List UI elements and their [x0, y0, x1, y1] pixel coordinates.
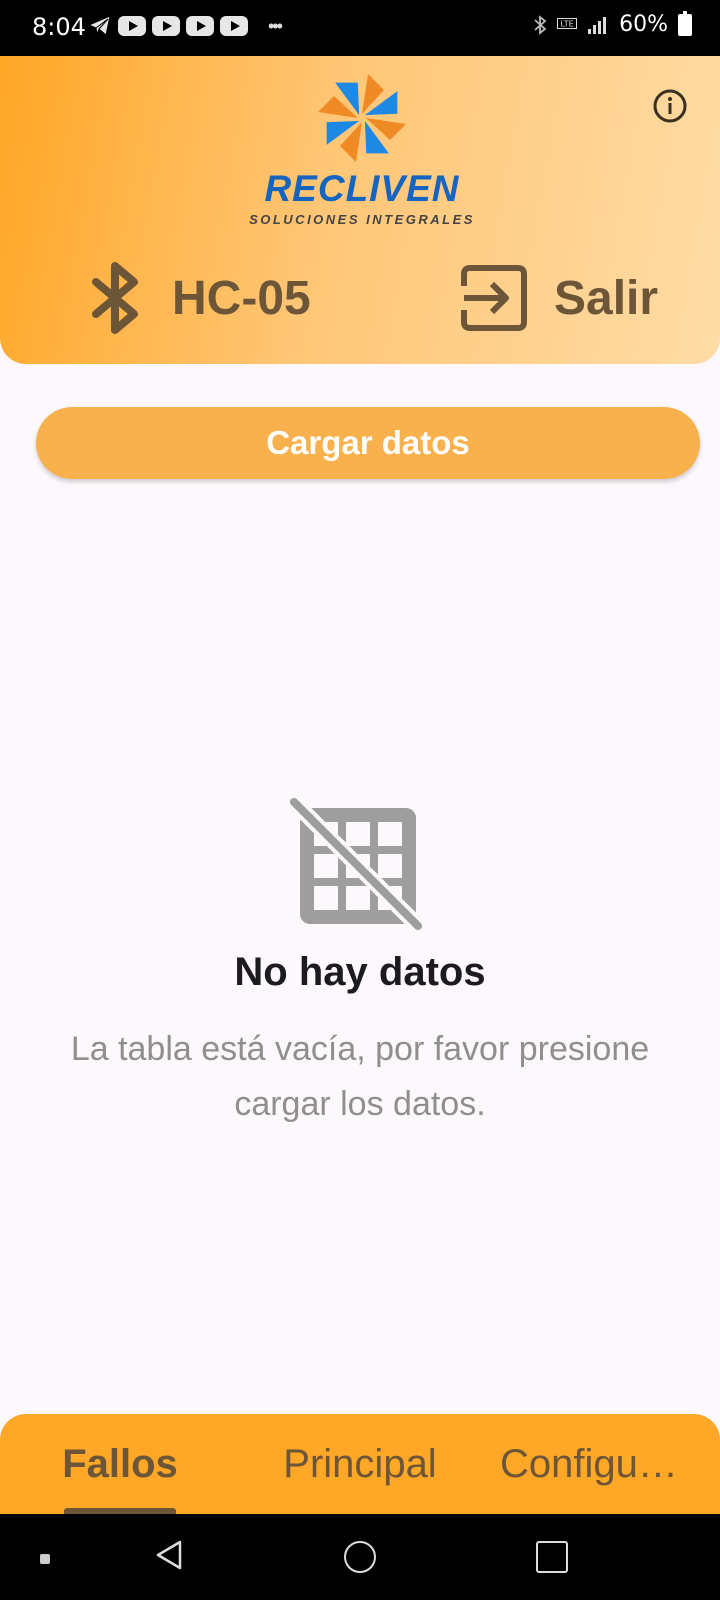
battery-percent: 60%: [619, 12, 668, 37]
device-name: HC-05: [172, 271, 311, 325]
empty-state-title: No hay datos: [234, 950, 486, 994]
tab-fallos[interactable]: Fallos: [30, 1414, 210, 1514]
exit-button[interactable]: Salir: [460, 262, 658, 334]
svg-text:LTE: LTE: [560, 19, 573, 28]
status-time: 8:04: [32, 13, 86, 41]
load-data-button[interactable]: Cargar datos: [36, 407, 700, 479]
lte-icon: LTE: [557, 17, 578, 29]
status-bar: 8:04 ••• LTE 60%: [0, 0, 720, 56]
youtube-icon: [220, 16, 248, 36]
more-icon: •••: [268, 15, 283, 36]
system-icons: LTE 60%: [533, 10, 692, 37]
empty-state-description: La tabla está vacía, por favor presione …: [70, 1030, 650, 1123]
youtube-icon: [152, 16, 180, 36]
bluetooth-device-button[interactable]: HC-05: [88, 262, 311, 334]
exit-label: Salir: [554, 271, 659, 325]
home-icon[interactable]: [344, 1541, 376, 1573]
battery-icon: [678, 10, 692, 36]
youtube-icon: [186, 16, 214, 36]
exit-icon: [461, 265, 527, 331]
back-icon[interactable]: [154, 1540, 184, 1570]
recents-icon[interactable]: [536, 1541, 568, 1573]
tab-principal[interactable]: Principal: [270, 1414, 450, 1514]
bottom-tab-bar: Fallos Principal Configu…: [0, 1414, 720, 1514]
logo-name: RECLIVEN: [264, 168, 460, 209]
recliven-logo-icon: [318, 74, 406, 162]
youtube-icon: [118, 16, 146, 36]
grid-off-icon: [290, 798, 426, 934]
signal-icon: [588, 16, 607, 34]
nav-indicator-icon: [40, 1554, 50, 1564]
info-icon[interactable]: [652, 88, 688, 124]
telegram-icon: [88, 15, 111, 36]
tab-configuracion[interactable]: Configu…: [500, 1414, 700, 1514]
logo-tagline: SOLUCIONES INTEGRALES: [249, 212, 475, 227]
bluetooth-icon: [92, 262, 138, 334]
notification-icons: •••: [88, 15, 283, 37]
bluetooth-icon: [534, 14, 547, 35]
